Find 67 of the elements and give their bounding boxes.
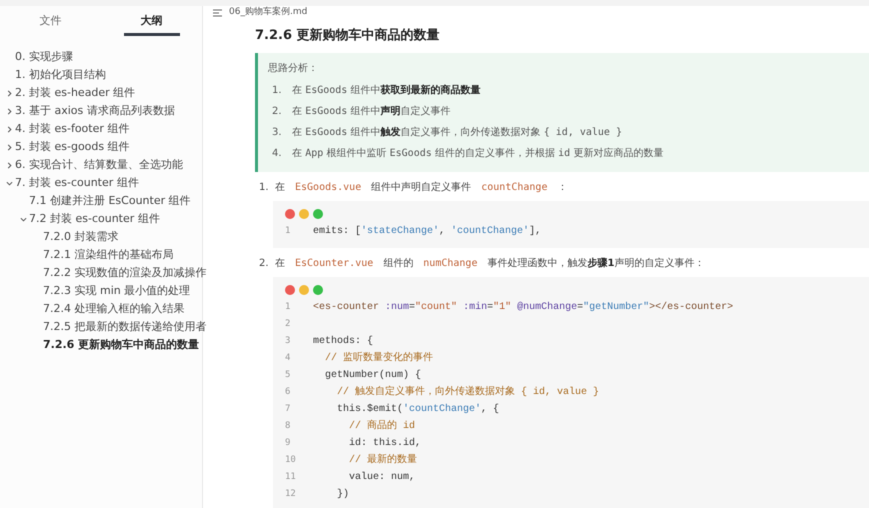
outline-item[interactable]: 1. 初始化项目结构: [15, 66, 106, 84]
line-number: 9: [285, 436, 292, 450]
line-number: 4: [285, 352, 292, 365]
outline-item[interactable]: 7.1 创建并注册 EsCounter 组件: [29, 192, 191, 210]
tip-item: 在 EsGoods 组件中声明自定义事件: [292, 104, 451, 119]
code-line: emits: ['stateChange', 'countChange'],: [313, 224, 542, 239]
line-number: 10: [285, 454, 297, 467]
outline-item[interactable]: 4. 封装 es-footer 组件: [15, 120, 130, 138]
line-number: 7: [285, 402, 292, 416]
outline-item[interactable]: 7.2.3 实现 min 最小值的处理: [43, 282, 190, 300]
code-line: <es-counter :num="count" :min="1" @numChange="getNumber"></es-counter>: [313, 300, 734, 315]
code-line: this.$emit('countChange', {: [336, 402, 500, 417]
file-title: 06_购物车案例.md: [229, 6, 308, 19]
outline-item[interactable]: 7.2.0 封装需求: [43, 228, 118, 246]
chevron-right-icon[interactable]: [6, 108, 13, 114]
menu-icon[interactable]: [213, 8, 223, 17]
chevron-right-icon[interactable]: [6, 90, 13, 96]
list-number: 1.: [258, 181, 270, 195]
line-number: 5: [285, 368, 292, 382]
section-heading: 7.2.6 更新购物车中商品的数量: [255, 26, 441, 44]
chevron-right-icon[interactable]: [6, 144, 13, 150]
step-text: 在 EsCounter.vue 组件的 numChange 事件处理函数中，触发步骤1声明的自定义事件：: [275, 256, 704, 271]
chevron-right-icon[interactable]: [6, 126, 13, 132]
outline-item[interactable]: 2. 封装 es-header 组件: [15, 84, 136, 102]
outline-item[interactable]: 7. 封装 es-counter 组件: [15, 174, 139, 192]
step-text: 在 EsGoods.vue 组件中声明自定义事件 countChange ：: [275, 180, 568, 195]
list-number: 2.: [258, 257, 270, 271]
tip-item: 在 EsGoods 组件中触发自定义事件，向外传递数据对象 { id, value }: [292, 126, 622, 140]
code-line: // 商品的 id: [348, 419, 416, 434]
sidebar-tab[interactable]: 文件: [22, 12, 78, 36]
sidebar-tab[interactable]: 大纲: [124, 12, 180, 36]
line-number: 1: [285, 224, 292, 238]
chevron-right-icon[interactable]: [6, 162, 13, 168]
outline-item[interactable]: 7.2 封装 es-counter 组件: [29, 210, 160, 228]
outline-item[interactable]: 0. 实现步骤: [15, 48, 73, 66]
outline-item[interactable]: 7.2.1 渲染组件的基础布局: [43, 246, 174, 264]
code-line: // 最新的数量: [348, 453, 418, 468]
chevron-down-icon[interactable]: [20, 216, 27, 222]
line-number: 12: [285, 488, 297, 501]
list-number: 2.: [271, 105, 283, 119]
code-line: // 监听数量变化的事件: [324, 351, 434, 366]
outline-item[interactable]: 7.2.4 处理输入框的输入结果: [43, 300, 184, 318]
outline-item[interactable]: 7.2.2 实现数值的渲染及加减操作: [43, 264, 206, 282]
line-number: 6: [285, 386, 292, 399]
outline-item[interactable]: 5. 封装 es-goods 组件: [15, 138, 130, 156]
outline-item[interactable]: 6. 实现合计、结算数量、全选功能: [15, 156, 183, 174]
code-line: getNumber(num) {: [324, 368, 422, 383]
list-number: 3.: [271, 126, 283, 140]
line-number: 3: [285, 334, 292, 348]
code-line: // 触发自定义事件，向外传递数据对象 { id, value }: [336, 385, 600, 400]
tip-item: 在 App 根组件中监听 EsGoods 组件的自定义事件，并根据 id 更新对应商品的数量: [292, 146, 664, 161]
line-number: 1: [285, 300, 292, 314]
tip-title: 思路分析：: [268, 62, 319, 76]
line-number: 11: [285, 470, 297, 484]
line-number: 2: [285, 318, 292, 331]
chevron-down-icon[interactable]: [6, 180, 13, 186]
tip-item: 在 EsGoods 组件中获取到最新的商品数量: [292, 83, 481, 98]
outline-item[interactable]: 3. 基于 axios 请求商品列表数据: [15, 102, 175, 120]
list-number: 1.: [271, 84, 283, 98]
code-line: methods: {: [313, 334, 374, 349]
code-line: }): [336, 488, 350, 502]
outline-item[interactable]: 7.2.6 更新购物车中商品的数量: [43, 336, 200, 354]
code-line: id: this.id,: [348, 436, 422, 451]
line-number: 8: [285, 420, 292, 433]
list-number: 4.: [271, 147, 283, 161]
outline-item[interactable]: 7.2.5 把最新的数据传递给使用者: [43, 318, 206, 336]
code-line: value: num,: [348, 470, 416, 485]
